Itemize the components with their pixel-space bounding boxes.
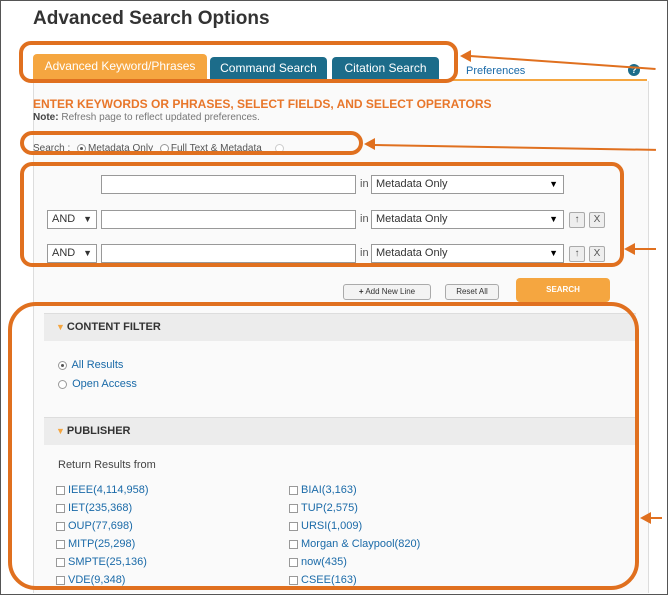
note-text: Note: Refresh page to reflect updated pr… (33, 112, 260, 123)
add-icon: + (358, 287, 364, 296)
annotation-box-filters (8, 302, 639, 590)
instructions-heading: ENTER KEYWORDS OR PHRASES, SELECT FIELDS… (33, 97, 492, 111)
add-new-line-button[interactable]: + Add New Line (343, 284, 431, 300)
annotation-arrowhead (460, 50, 471, 62)
add-new-line-label: Add New Line (365, 287, 416, 296)
annotation-arrowhead (624, 243, 635, 255)
reset-all-button[interactable]: Reset All (445, 284, 499, 300)
annotation-box-query-rows (20, 162, 624, 267)
annotation-box-tabs (19, 41, 458, 83)
note-prefix: Note: (33, 112, 59, 123)
page-title: Advanced Search Options (33, 8, 270, 29)
preferences-link[interactable]: Preferences (466, 65, 525, 77)
note-body: Refresh page to reflect updated preferen… (61, 112, 260, 123)
annotation-arrowhead (640, 512, 651, 524)
annotation-arrowhead (364, 138, 375, 150)
annotation-arrow-line (634, 248, 656, 250)
search-button[interactable]: SEARCH (516, 278, 610, 302)
annotation-box-scope (20, 131, 363, 155)
annotation-arrow-line (650, 517, 662, 519)
reset-all-label: Reset All (456, 287, 488, 296)
